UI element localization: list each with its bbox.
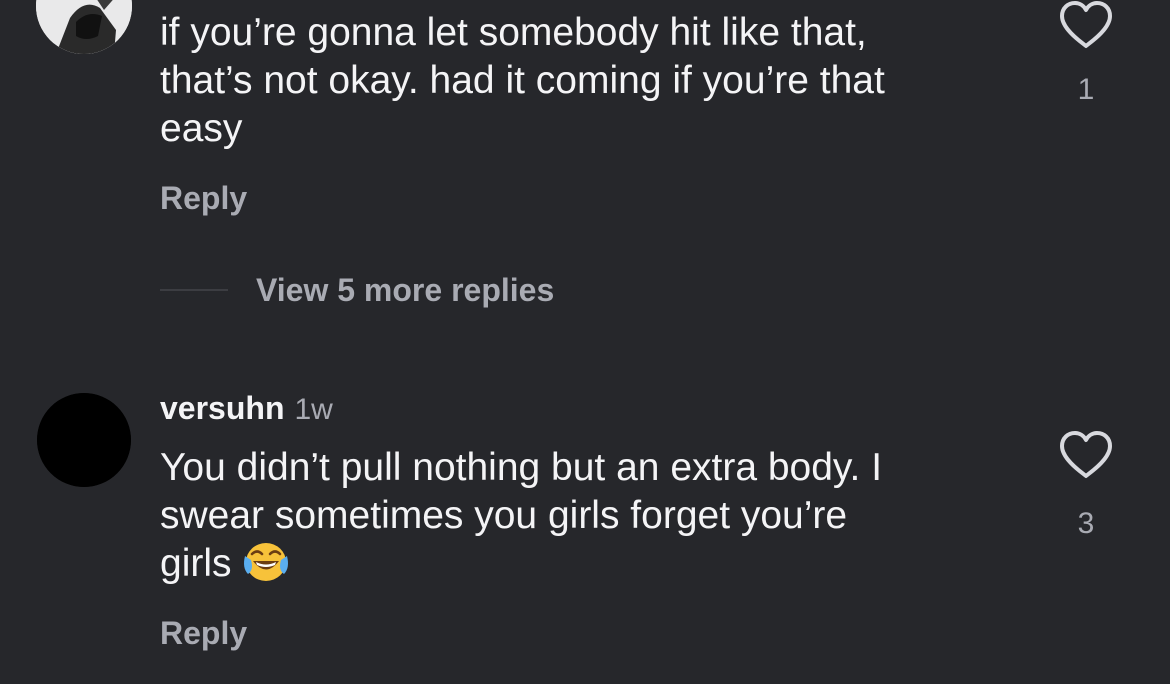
commenter-avatar[interactable]	[36, 0, 132, 54]
divider-line	[160, 289, 228, 291]
comment-text: if you’re gonna let somebody hit like th…	[160, 11, 885, 150]
heart-outline-icon	[1060, 1, 1112, 48]
reply-button[interactable]: Reply	[160, 615, 247, 652]
like-count: 3	[1077, 507, 1095, 540]
like-button[interactable]	[1058, 0, 1114, 50]
heart-outline-icon	[1060, 431, 1112, 478]
timestamp: 1w	[294, 393, 333, 426]
view-more-replies-label: View 5 more replies	[256, 271, 555, 308]
commenter-avatar[interactable]	[37, 393, 131, 487]
reply-button[interactable]: Reply	[160, 180, 247, 217]
comment-text: You didn’t pull nothing but an extra bod…	[160, 444, 1020, 596]
comment-header: versuhn 1w	[160, 390, 333, 427]
like-button[interactable]	[1058, 430, 1114, 480]
user-avatar-icon	[37, 393, 131, 487]
user-photo-avatar-icon	[36, 0, 132, 54]
view-more-replies-button[interactable]: View 5 more replies	[160, 270, 554, 310]
username[interactable]: versuhn	[160, 390, 284, 427]
like-count: 1	[1077, 73, 1095, 106]
face-with-tears-of-joy-icon	[242, 540, 290, 596]
comments-screen: if you’re gonna let somebody hit like th…	[0, 0, 1170, 684]
